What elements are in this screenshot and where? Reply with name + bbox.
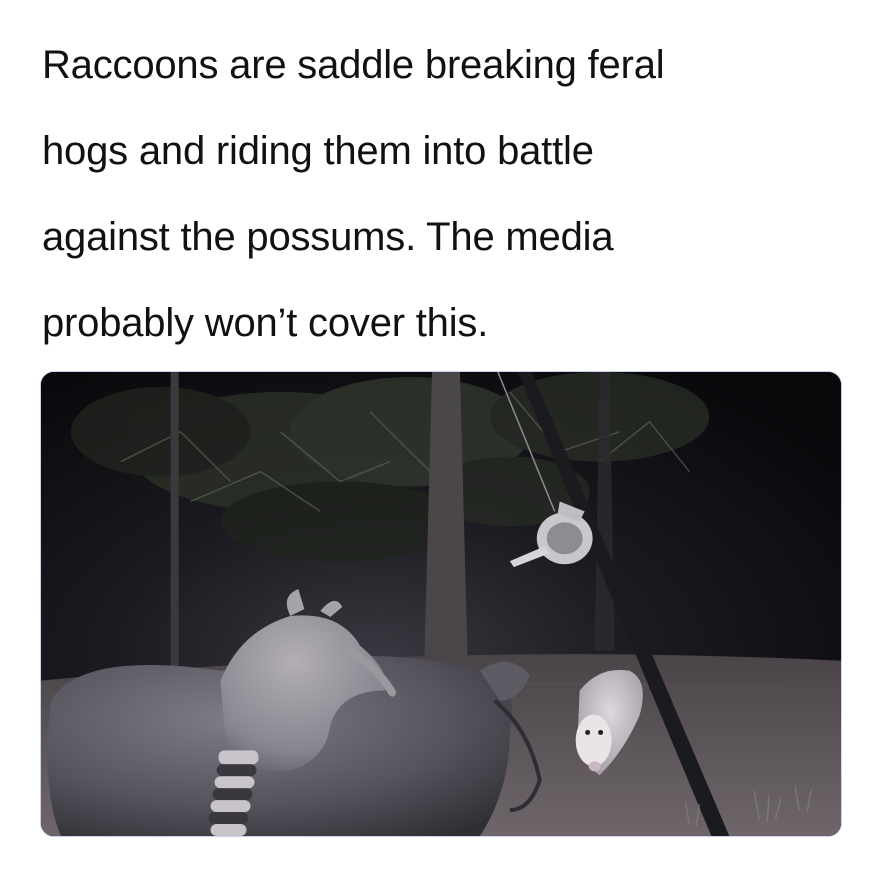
thin-trunk bbox=[170, 372, 179, 671]
photo-illustration bbox=[41, 372, 841, 836]
caption-line-2: hogs and riding them into battle bbox=[42, 129, 594, 173]
caption-line-4: probably won’t cover this. bbox=[42, 301, 489, 345]
night-trail-camera-photo bbox=[40, 371, 842, 837]
meme-caption: Raccoons are saddle breaking feral hogs … bbox=[42, 22, 842, 366]
caption-line-1: Raccoons are saddle breaking feral bbox=[42, 43, 665, 87]
caption-line-3: against the possums. The media bbox=[42, 215, 614, 259]
